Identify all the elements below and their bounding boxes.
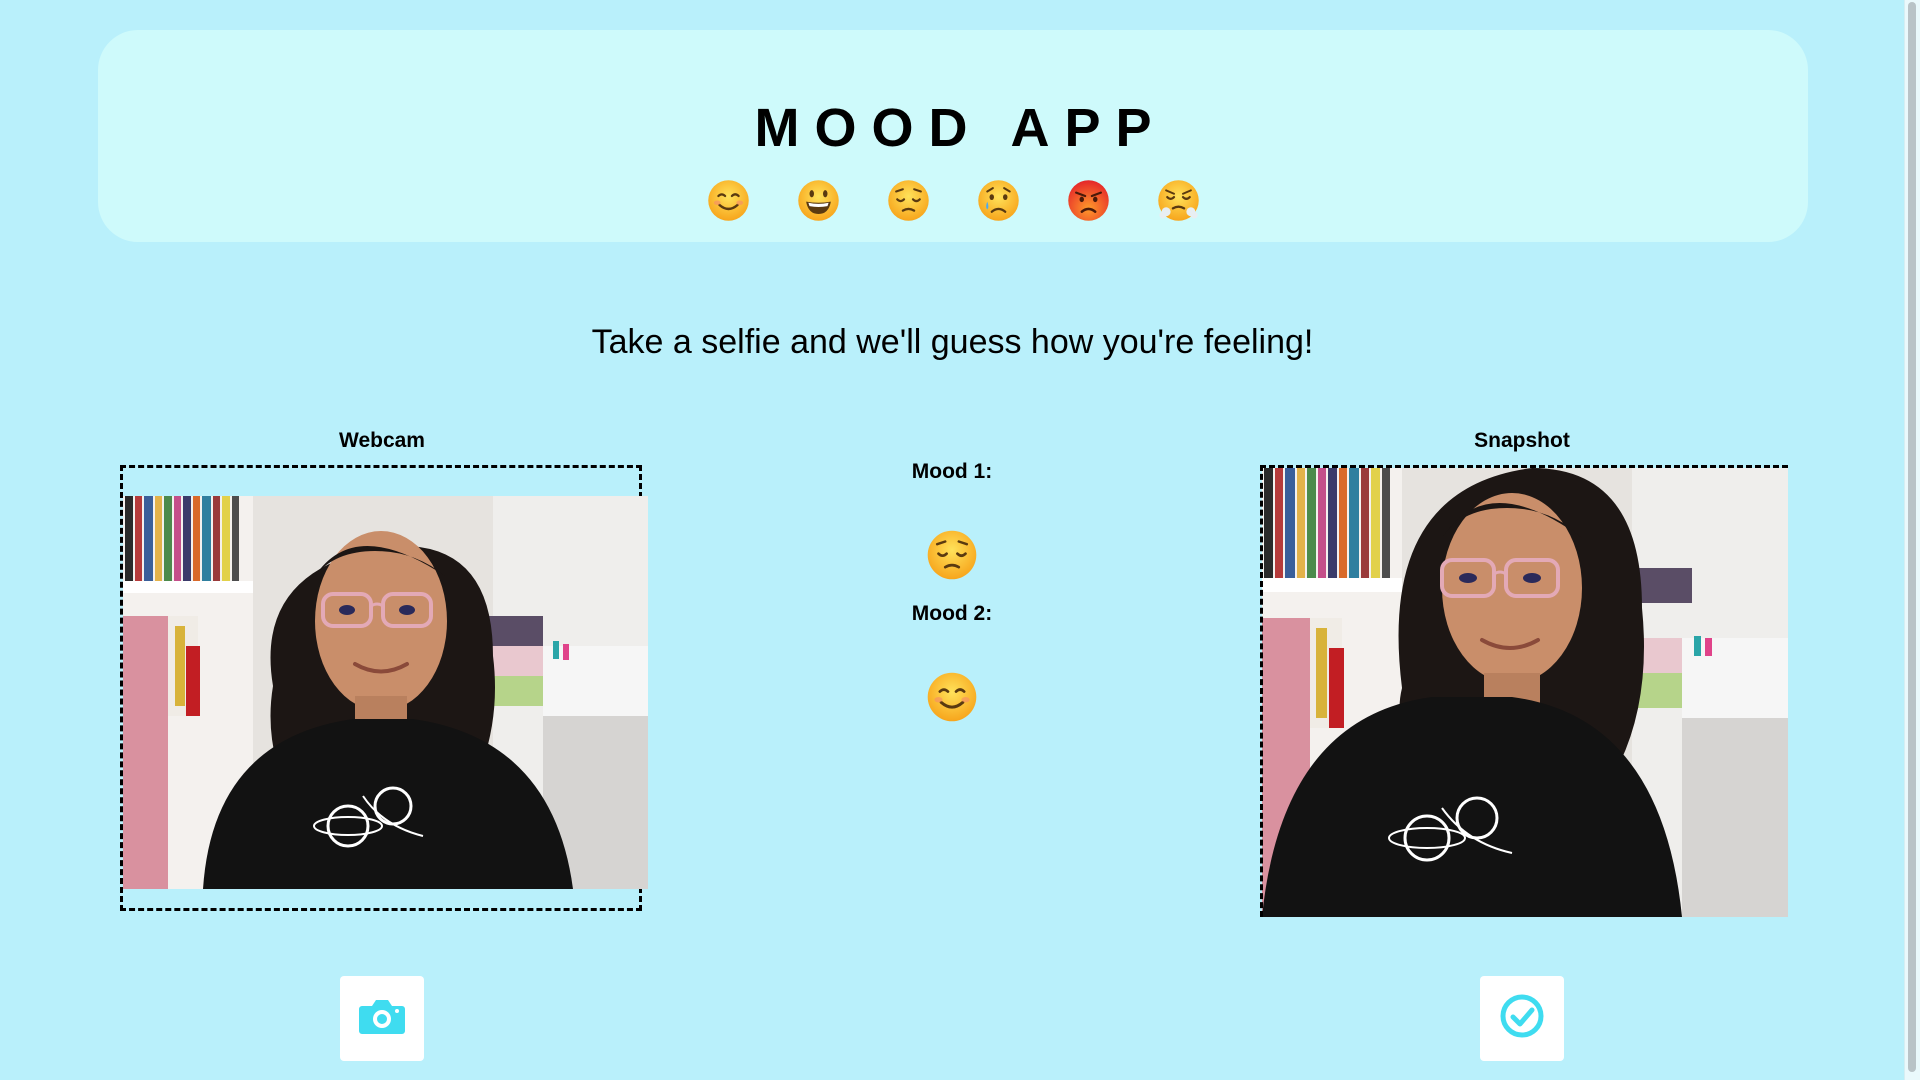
capture-button[interactable] bbox=[340, 976, 424, 1061]
pensive-face-icon bbox=[886, 178, 931, 223]
crying-face-icon bbox=[976, 178, 1021, 223]
check-circle-icon bbox=[1499, 993, 1545, 1044]
snapshot-label: Snapshot bbox=[1474, 429, 1570, 452]
scrollbar-thumb[interactable] bbox=[1908, 2, 1916, 1072]
app-title: MOOD APP bbox=[754, 98, 1167, 158]
steam-face-icon bbox=[1156, 178, 1201, 223]
mood-1-pensive-face-icon bbox=[925, 528, 979, 582]
webcam-video bbox=[123, 496, 648, 889]
confirm-button[interactable] bbox=[1480, 976, 1564, 1061]
snapshot-frame bbox=[1260, 465, 1788, 917]
instructions-text: Take a selfie and we'll guess how you're… bbox=[591, 323, 1314, 361]
header-card: MOOD APP bbox=[98, 30, 1808, 242]
angry-face-icon bbox=[1066, 178, 1111, 223]
mood-1-label: Mood 1: bbox=[911, 460, 993, 483]
grinning-face-icon bbox=[796, 178, 841, 223]
emoji-row bbox=[98, 178, 1808, 223]
camera-icon bbox=[358, 996, 406, 1041]
mood-2-label: Mood 2: bbox=[911, 602, 993, 625]
mood-2-smiling-face-icon bbox=[925, 670, 979, 724]
webcam-label: Webcam bbox=[339, 429, 425, 452]
page-scrollbar[interactable] bbox=[1904, 0, 1920, 1080]
smiling-face-icon bbox=[706, 178, 751, 223]
